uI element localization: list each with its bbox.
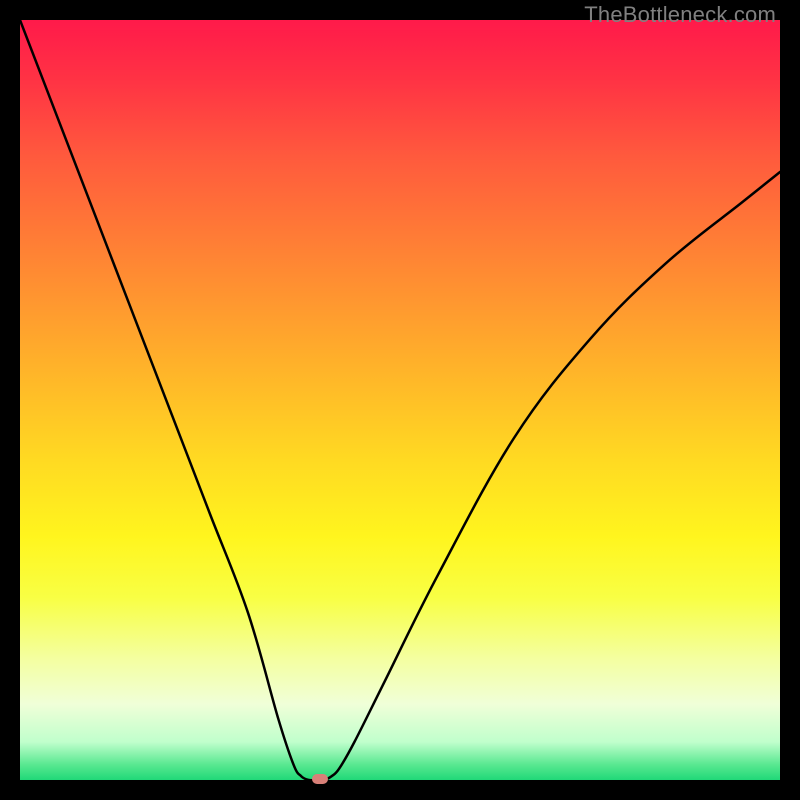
chart-frame: TheBottleneck.com [0,0,800,800]
minimum-marker [312,774,328,784]
watermark-text: TheBottleneck.com [584,2,776,28]
bottleneck-curve [20,20,780,780]
